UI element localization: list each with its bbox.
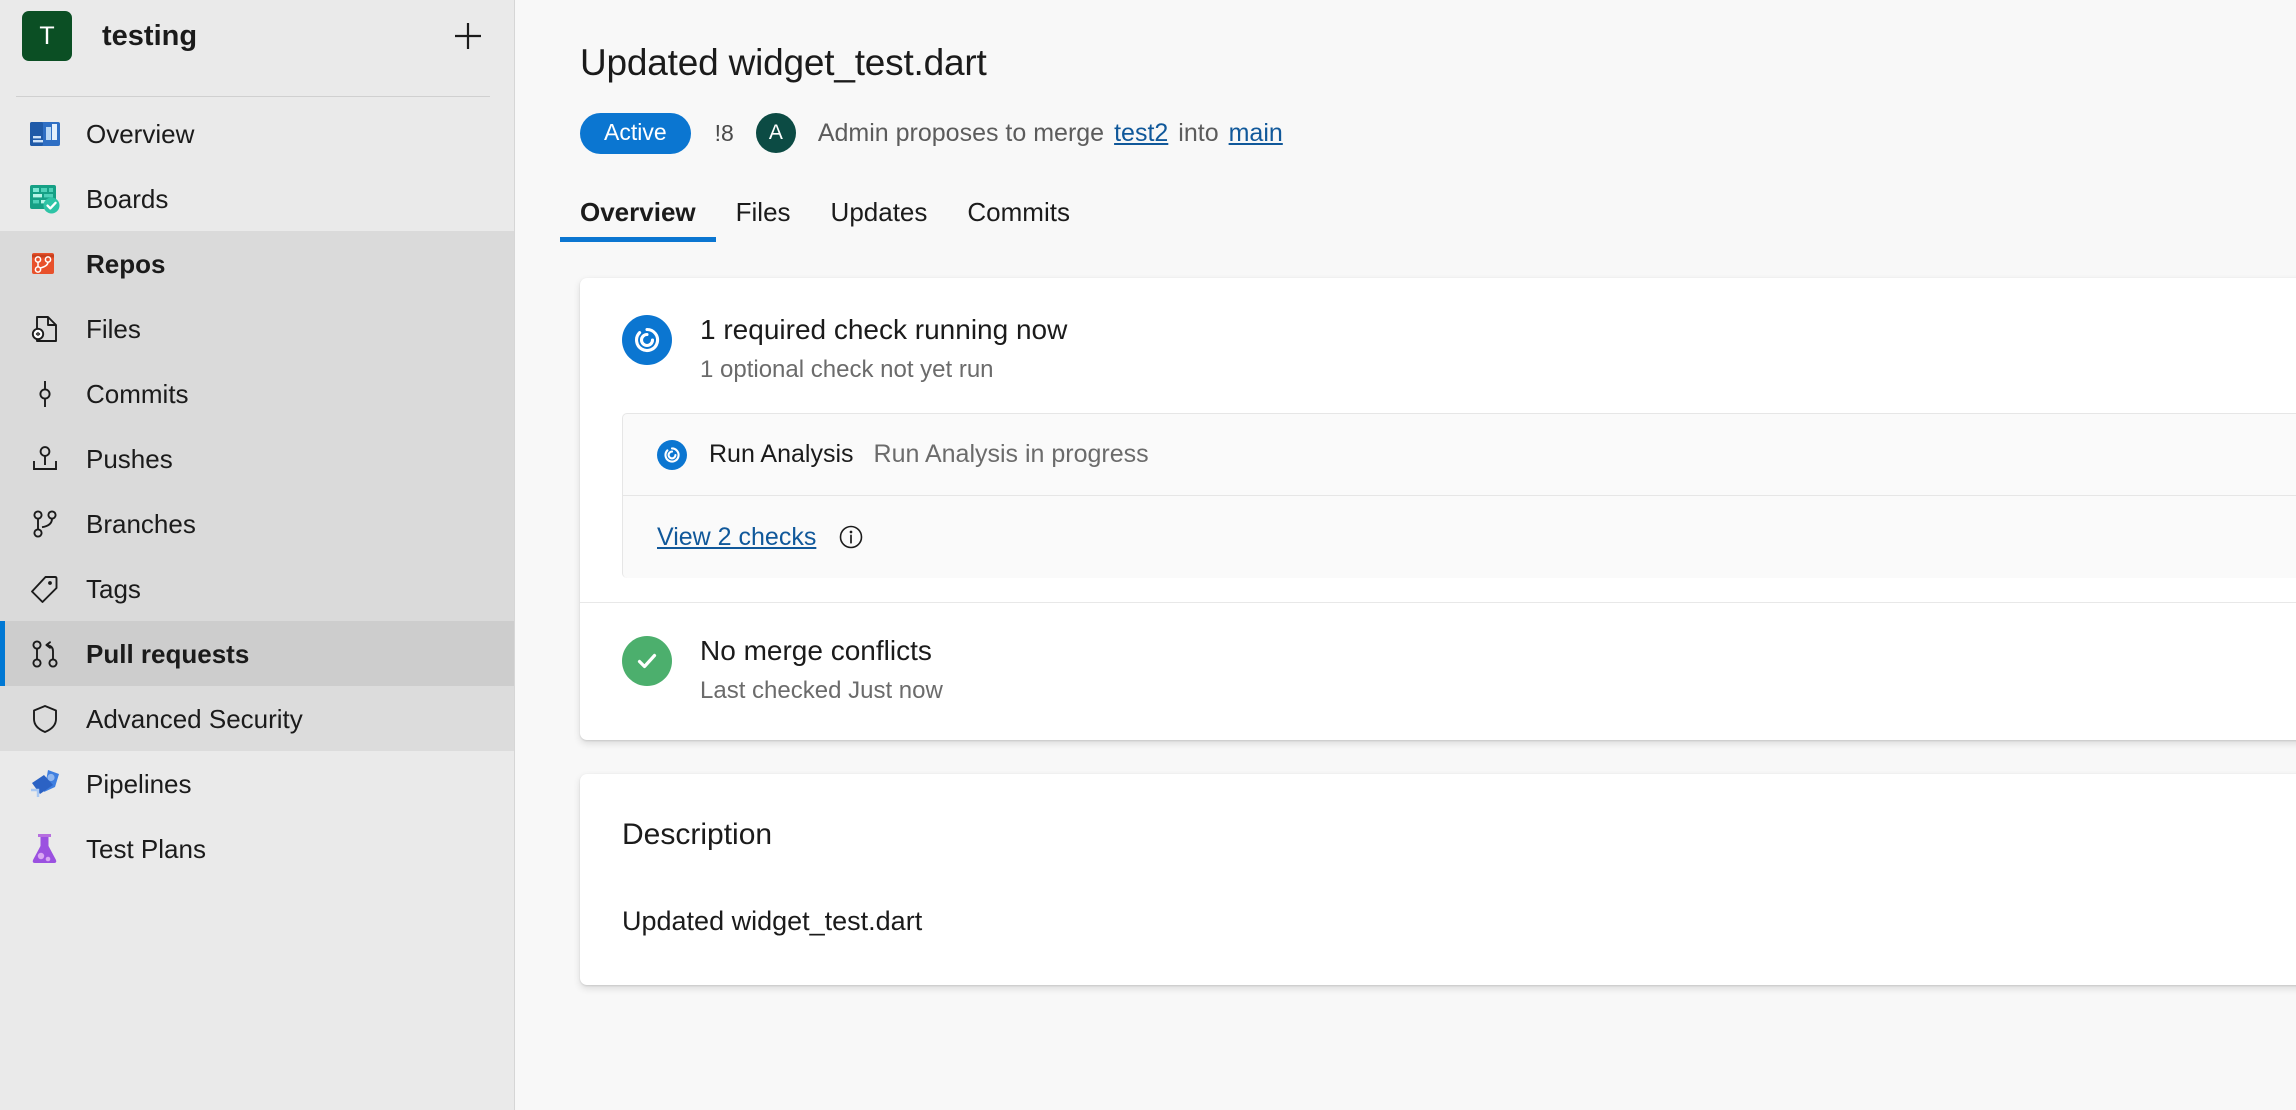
view-checks-row: View 2 checks <box>623 496 2296 578</box>
merge-prefix-text: Admin proposes to merge <box>817 118 1105 147</box>
merge-conflict-subtitle: Last checked Just now <box>700 677 943 704</box>
tags-icon <box>24 572 66 606</box>
add-project-button[interactable] <box>448 16 488 56</box>
sidebar-item-branches[interactable]: Branches <box>0 491 514 556</box>
sidebar-item-label: Advanced Security <box>86 703 303 734</box>
plus-icon <box>451 19 485 53</box>
sidebar-item-label: Files <box>86 313 141 344</box>
sidebar-item-advanced-security[interactable]: Advanced Security <box>0 686 514 751</box>
status-card: 1 required check running now 1 optional … <box>580 278 2296 740</box>
tab-overview[interactable]: Overview <box>560 197 716 242</box>
success-check-icon <box>622 636 672 686</box>
app-root: T testing Overview Boards Repos Files Co… <box>0 0 2296 1110</box>
pushes-icon <box>24 442 66 476</box>
info-icon[interactable] <box>838 524 864 550</box>
checks-summary-subtitle: 1 optional check not yet run <box>700 356 994 383</box>
project-avatar: T <box>22 11 72 61</box>
checks-summary: 1 required check running now 1 optional … <box>580 278 2296 413</box>
sidebar-item-overview[interactable]: Overview <box>0 101 514 166</box>
view-checks-link[interactable]: View 2 checks <box>657 523 816 552</box>
checks-detail-box: Run Analysis Run Analysis in progress Vi… <box>622 413 2296 578</box>
sidebar: T testing Overview Boards Repos Files Co… <box>0 0 515 1110</box>
merge-conflict-status: No merge conflicts Last checked Just now <box>580 603 2296 740</box>
description-body: Updated widget_test.dart <box>622 906 923 936</box>
checks-summary-title: 1 required check running now <box>700 314 1068 345</box>
avatar: A <box>755 113 796 153</box>
sidebar-item-pull-requests[interactable]: Pull requests <box>0 621 514 686</box>
sidebar-item-label: Overview <box>86 118 195 149</box>
source-branch-link[interactable]: test2 <box>1114 119 1168 148</box>
merge-conflict-text: No merge conflicts Last checked Just now <box>700 633 943 706</box>
pr-tabs: Overview Files Updates Commits <box>560 186 2296 242</box>
sidebar-item-label: Branches <box>86 508 196 539</box>
commits-icon <box>24 377 66 411</box>
test-plans-icon <box>24 830 66 868</box>
description-heading: Description <box>622 818 773 851</box>
check-row[interactable]: Run Analysis Run Analysis in progress <box>623 414 2296 496</box>
sidebar-item-files[interactable]: Files <box>0 296 514 361</box>
sidebar-item-test-plans[interactable]: Test Plans <box>0 816 514 881</box>
pull-request-icon <box>24 637 66 671</box>
check-status: Run Analysis in progress <box>873 440 1149 468</box>
project-name: testing <box>102 19 198 52</box>
pipelines-icon <box>24 765 66 803</box>
tab-files[interactable]: Files <box>716 197 811 242</box>
sidebar-item-label: Repos <box>86 248 166 279</box>
overview-icon <box>24 115 66 153</box>
sidebar-item-commits[interactable]: Commits <box>0 361 514 426</box>
files-icon <box>24 312 66 346</box>
merge-middle-text: into <box>1178 118 1219 147</box>
merge-conflict-title: No merge conflicts <box>700 635 932 666</box>
sidebar-item-label: Tags <box>86 573 141 604</box>
sidebar-item-pipelines[interactable]: Pipelines <box>0 751 514 816</box>
sidebar-item-label: Boards <box>86 183 169 214</box>
sidebar-item-label: Test Plans <box>86 833 206 864</box>
sidebar-item-label: Commits <box>86 378 189 409</box>
sidebar-nav: Overview Boards Repos Files Commits Push… <box>0 97 514 881</box>
shield-icon <box>24 702 66 736</box>
sidebar-item-label: Pushes <box>86 443 173 474</box>
description-card: Description Updated widget_test.dart <box>580 774 2296 985</box>
tab-commits[interactable]: Commits <box>947 197 1090 242</box>
sidebar-item-boards[interactable]: Boards <box>0 166 514 231</box>
page-title: Updated widget_test.dart <box>580 42 987 83</box>
sidebar-item-label: Pipelines <box>86 768 192 799</box>
sidebar-item-tags[interactable]: Tags <box>0 556 514 621</box>
repos-icon <box>24 245 66 283</box>
boards-icon <box>24 180 66 218</box>
running-check-icon <box>622 315 672 365</box>
project-header: T testing <box>0 0 514 72</box>
sidebar-item-label: Pull requests <box>86 638 250 669</box>
status-badge: Active <box>580 112 691 154</box>
running-check-mini-icon <box>657 439 687 470</box>
merge-description: Admin proposes to merge test2 into main <box>818 119 1283 148</box>
target-branch-link[interactable]: main <box>1229 119 1283 148</box>
branches-icon <box>24 507 66 541</box>
checks-summary-text: 1 required check running now 1 optional … <box>700 312 1067 385</box>
pr-id: !8 <box>714 119 734 146</box>
tab-updates[interactable]: Updates <box>811 197 948 242</box>
sidebar-item-repos[interactable]: Repos <box>0 231 514 296</box>
sidebar-item-pushes[interactable]: Pushes <box>0 426 514 491</box>
main-content: Updated widget_test.dart Active !8 A Adm… <box>515 0 2296 1110</box>
pr-metadata: Active !8 A Admin proposes to merge test… <box>580 112 2296 154</box>
check-name: Run Analysis <box>709 440 854 468</box>
